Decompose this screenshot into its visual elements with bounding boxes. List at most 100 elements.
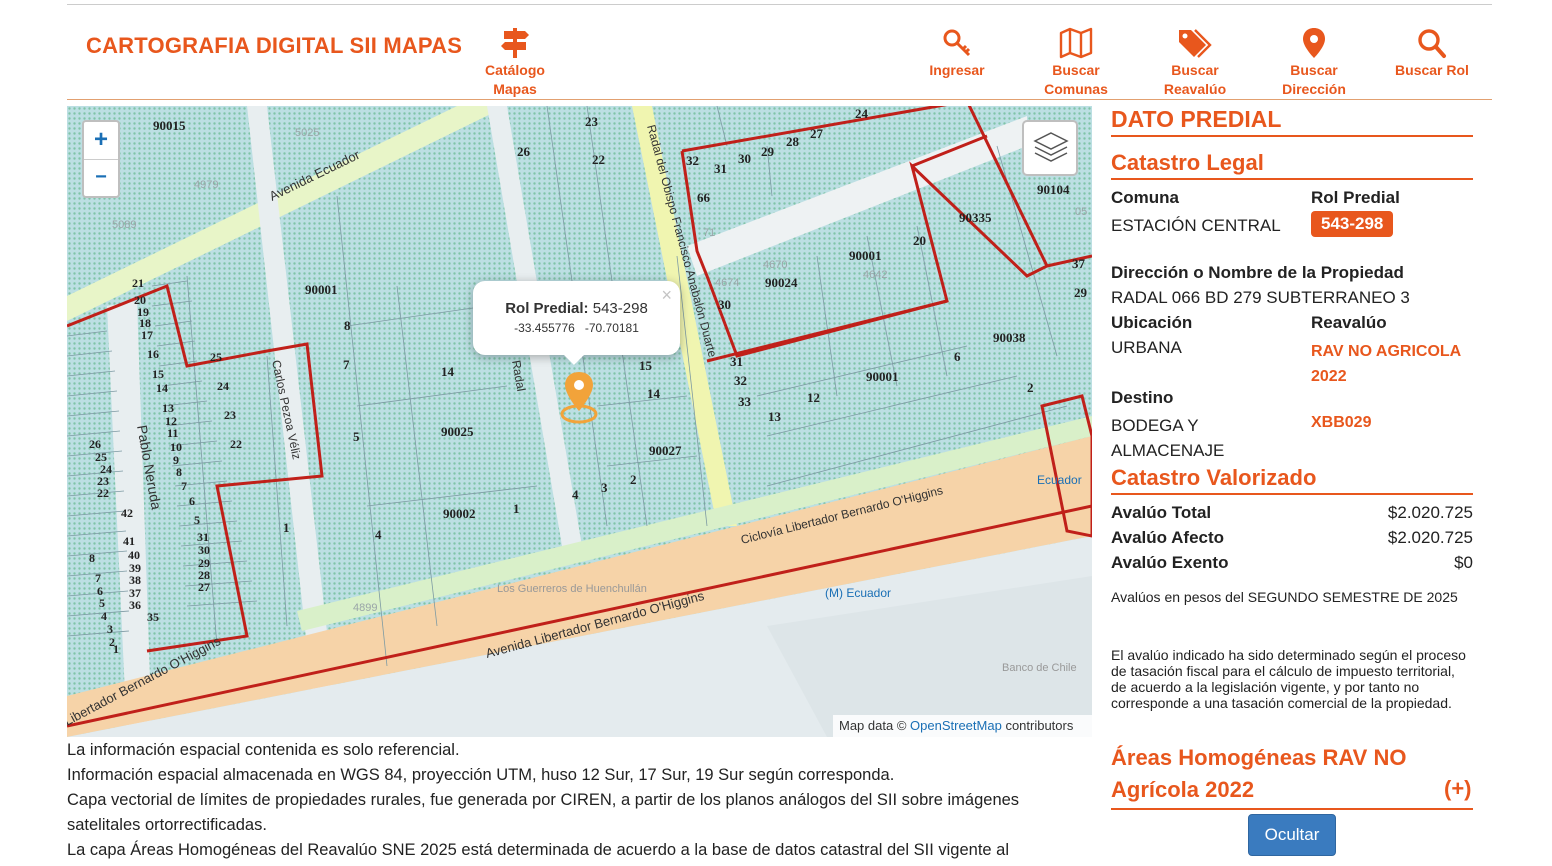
areas-homogeneas-title: Áreas Homogéneas RAV NO Agrícola 2022 bbox=[1111, 745, 1407, 802]
direccion-label: Dirección o Nombre de la Propiedad bbox=[1111, 263, 1404, 282]
parcel-label: 7 bbox=[181, 479, 187, 493]
lot-number: 4674 bbox=[715, 277, 739, 289]
zoom-in-button[interactable]: + bbox=[84, 122, 118, 159]
avaluo-exento-label: Avalúo Exento bbox=[1111, 553, 1229, 572]
parcel-label: 30 bbox=[198, 543, 210, 557]
popup-lat: -33.455776 bbox=[514, 321, 575, 335]
catastro-legal-heading: Catastro Legal bbox=[1111, 150, 1473, 180]
attribution-suffix: contributors bbox=[1005, 718, 1074, 733]
parcel-label: 4 bbox=[572, 487, 579, 502]
parcel-label: 25 bbox=[210, 350, 222, 364]
brand-title[interactable]: CARTOGRAFIA DIGITAL SII MAPAS bbox=[86, 33, 462, 59]
parcel-label: 14 bbox=[441, 364, 455, 379]
marker-pin-icon[interactable] bbox=[559, 368, 599, 424]
nav-buscar-reavaluo[interactable]: Buscar Reavalúo bbox=[1150, 27, 1240, 99]
parcel-label: 31 bbox=[197, 530, 209, 544]
parcel-label: 22 bbox=[97, 486, 109, 500]
map-attribution: Map data © OpenStreetMap contributors bbox=[833, 715, 1092, 737]
street-label: Ecuador bbox=[1037, 473, 1082, 487]
nav-buscar-direccion[interactable]: Buscar Dirección bbox=[1269, 27, 1359, 99]
layers-button[interactable] bbox=[1022, 120, 1078, 176]
avaluo-disclaimer: El avalúo indicado ha sido determinado s… bbox=[1111, 647, 1466, 711]
avaluo-total-label: Avalúo Total bbox=[1111, 503, 1212, 522]
location-pin-icon bbox=[1303, 28, 1325, 58]
map-view[interactable]: Avenida Ecuador Pablo Neruda Carlos Pezo… bbox=[67, 106, 1092, 737]
parcel-label: 29 bbox=[1074, 285, 1088, 300]
parcel-label: 17 bbox=[141, 328, 153, 342]
hide-button[interactable]: Ocultar bbox=[1248, 814, 1336, 856]
openstreetmap-link[interactable]: OpenStreetMap bbox=[910, 718, 1002, 733]
parcel-label: 16 bbox=[147, 347, 159, 361]
parcel-label: 24 bbox=[855, 106, 869, 121]
parcel-label: 37 bbox=[1072, 256, 1086, 271]
nav-buscar-rol-label: Buscar Rol bbox=[1395, 62, 1469, 78]
popup-title: Rol Predial: 543-298 bbox=[473, 300, 680, 317]
place-label: Banco de Chile bbox=[1002, 662, 1077, 674]
parcel-label: 13 bbox=[162, 401, 174, 415]
avaluo-afecto-value: $2.020.725 bbox=[1387, 528, 1473, 547]
nav-catalogo-mapas[interactable]: Catálogo Mapas bbox=[470, 27, 560, 99]
parcel-label: 32 bbox=[734, 373, 747, 388]
nav-buscar-rol[interactable]: Buscar Rol bbox=[1387, 27, 1477, 80]
lot-number: 5025 bbox=[295, 127, 319, 139]
parcel-label: 30 bbox=[718, 297, 731, 312]
destino-code: XBB029 bbox=[1311, 414, 1372, 431]
nav-ingresar-label: Ingresar bbox=[929, 62, 985, 78]
parcel-label: 90001 bbox=[866, 369, 899, 384]
parcel-label: 90001 bbox=[849, 248, 882, 263]
popup-coordinates: -33.455776 -70.70181 bbox=[473, 321, 680, 335]
avaluo-afecto-label: Avalúo Afecto bbox=[1111, 528, 1225, 547]
parcel-label: 13 bbox=[768, 409, 782, 424]
note-line: Capa vectorial de límites de propiedades… bbox=[67, 791, 1020, 834]
parcel-label: 23 bbox=[224, 408, 236, 422]
parcel-label: 36 bbox=[129, 598, 141, 612]
parcel-label: 40 bbox=[128, 548, 140, 562]
comuna-label: Comuna bbox=[1111, 188, 1179, 207]
note-line: Información espacial almacenada en WGS 8… bbox=[67, 766, 895, 784]
avaluo-exento-value: $0 bbox=[1454, 553, 1473, 572]
layers-icon bbox=[1033, 132, 1069, 162]
note-line: La capa Áreas Homogéneas del Reavalúo SN… bbox=[67, 841, 1010, 859]
rol-predial-value: 543-298 bbox=[1311, 211, 1394, 237]
parcel-label: 5 bbox=[194, 513, 200, 527]
map-icon bbox=[1059, 27, 1093, 59]
nav-ingresar[interactable]: Ingresar bbox=[912, 27, 1002, 80]
comuna-value: ESTACIÓN CENTRAL bbox=[1111, 216, 1281, 235]
nav-buscar-direccion-label: Buscar Dirección bbox=[1282, 62, 1346, 97]
parcel-label: 1 bbox=[513, 501, 520, 516]
parcel-label: 14 bbox=[156, 381, 168, 395]
areas-homogeneas-heading[interactable]: Áreas Homogéneas RAV NO Agrícola 2022 bbox=[1111, 742, 1473, 810]
parcel-label: 24 bbox=[217, 379, 229, 393]
parcel-label: 5 bbox=[353, 429, 360, 444]
parcel-label: 8 bbox=[176, 465, 182, 479]
parcel-label: 42 bbox=[121, 506, 133, 520]
ubicacion-label: Ubicación bbox=[1111, 313, 1193, 332]
lot-number: 4899 bbox=[353, 602, 377, 614]
parcel-label: 30 bbox=[738, 151, 751, 166]
parcel-label: 4 bbox=[101, 609, 107, 623]
map-popup: × Rol Predial: 543-298 -33.455776 -70.70… bbox=[473, 281, 680, 365]
parcel-label: 90025 bbox=[441, 424, 474, 439]
parcel-label: 90024 bbox=[765, 275, 798, 290]
parcel-label: 28 bbox=[786, 134, 800, 149]
destino-value: BODEGA Y ALMACENAJE bbox=[1111, 416, 1225, 460]
lot-number: 5089 bbox=[112, 219, 136, 231]
zoom-out-button[interactable]: − bbox=[84, 159, 118, 196]
parcel-label: 90335 bbox=[959, 210, 992, 225]
lot-number: 05 bbox=[1075, 206, 1087, 218]
popup-lon: -70.70181 bbox=[584, 321, 639, 335]
parcel-label: 4 bbox=[375, 527, 382, 542]
parcel-label: 6 bbox=[954, 349, 961, 364]
parcel-label: 27 bbox=[810, 126, 824, 141]
key-icon bbox=[943, 29, 971, 57]
place-label: (M) Ecuador bbox=[825, 586, 891, 600]
parcel-label: 90038 bbox=[993, 330, 1026, 345]
parcel-label: 26 bbox=[89, 437, 101, 451]
reavaluo-value: RAV NO AGRICOLA 2022 bbox=[1311, 343, 1461, 385]
parcel-label: 31 bbox=[730, 354, 743, 369]
popup-close-button[interactable]: × bbox=[661, 285, 672, 306]
destino-label: Destino bbox=[1111, 388, 1174, 407]
nav-buscar-reavaluo-label: Buscar Reavalúo bbox=[1163, 62, 1227, 97]
nav-buscar-comunas[interactable]: Buscar Comunas bbox=[1031, 27, 1121, 99]
areas-expand-toggle[interactable]: (+) bbox=[1444, 776, 1472, 802]
